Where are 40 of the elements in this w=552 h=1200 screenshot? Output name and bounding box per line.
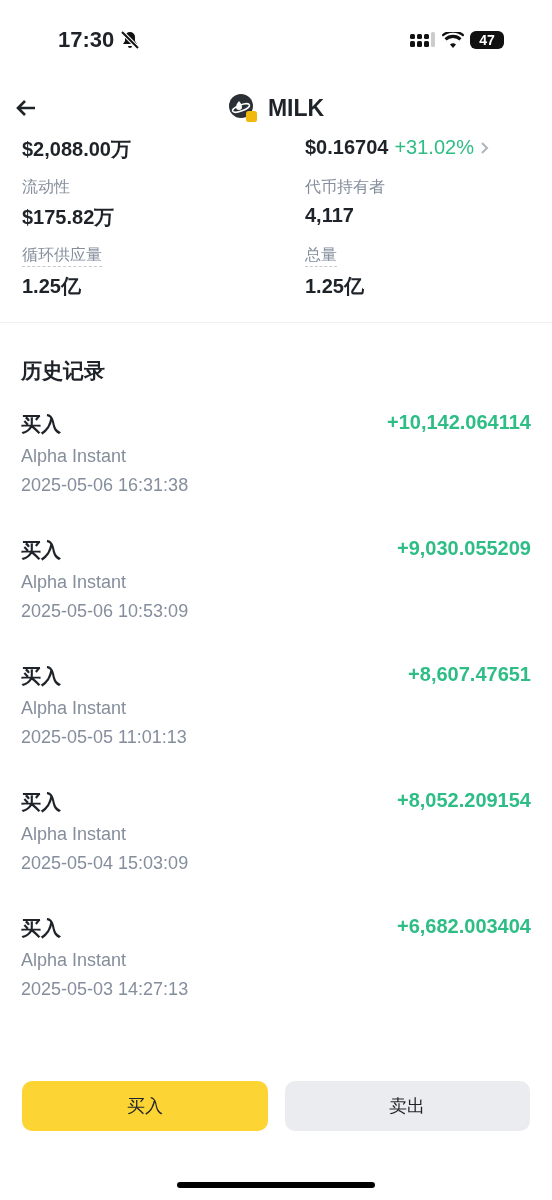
trade-amount: +9,030.055209 <box>396 537 531 561</box>
trade-source: Alpha Instant <box>21 824 128 845</box>
trade-type: 买入 <box>21 412 61 437</box>
trade-time: 2025-05-04 15:03:09 <box>21 853 190 874</box>
stat-value: $0.16704 <box>305 136 389 159</box>
wifi-icon <box>442 32 464 48</box>
trade-type: 买入 <box>21 538 61 563</box>
trade-amount: +8,607.47651 <box>408 663 531 687</box>
section-title: 历史记录 <box>21 358 106 384</box>
stat-label: 循环供应量 <box>22 245 102 267</box>
sell-button[interactable]: 卖出 <box>284 1081 530 1131</box>
stat-value: 1.25亿 <box>22 274 81 299</box>
token-title: MILK <box>267 94 325 122</box>
trade-source: Alpha Instant <box>21 572 128 593</box>
stat-value: 1.25亿 <box>305 274 364 299</box>
price-change: +31.02% <box>394 136 474 159</box>
signal-icon <box>410 32 436 48</box>
trade-source: Alpha Instant <box>21 446 128 467</box>
trade-time: 2025-05-06 10:53:09 <box>21 601 190 622</box>
trade-type: 买入 <box>21 664 61 689</box>
trade-type: 买入 <box>21 916 61 941</box>
stat-value: $175.82万 <box>22 205 115 230</box>
stat-label: 流动性 <box>22 177 70 197</box>
trade-source: Alpha Instant <box>21 950 128 971</box>
stat-value: 4,117 <box>305 204 354 227</box>
stat-label: 总量 <box>305 245 337 267</box>
trade-source: Alpha Instant <box>21 698 128 719</box>
stat-label: 代币持有者 <box>305 177 385 197</box>
trade-amount: +8,052.209154 <box>396 789 531 813</box>
battery-icon: 47 <box>470 31 504 49</box>
stat-value: $2,088.00万 <box>22 137 131 162</box>
trade-type: 买入 <box>21 790 61 815</box>
buy-button[interactable]: 买入 <box>22 1081 268 1131</box>
trade-amount: +6,682.003404 <box>396 915 531 939</box>
trade-time: 2025-05-06 16:31:38 <box>21 475 190 496</box>
trade-time: 2025-05-03 14:27:13 <box>21 979 190 1000</box>
trade-amount: +10,142.064114 <box>386 411 531 435</box>
token-logo-icon <box>227 93 258 123</box>
clock-time: 17:30 <box>58 27 115 53</box>
trade-time: 2025-05-05 11:01:13 <box>21 727 188 748</box>
